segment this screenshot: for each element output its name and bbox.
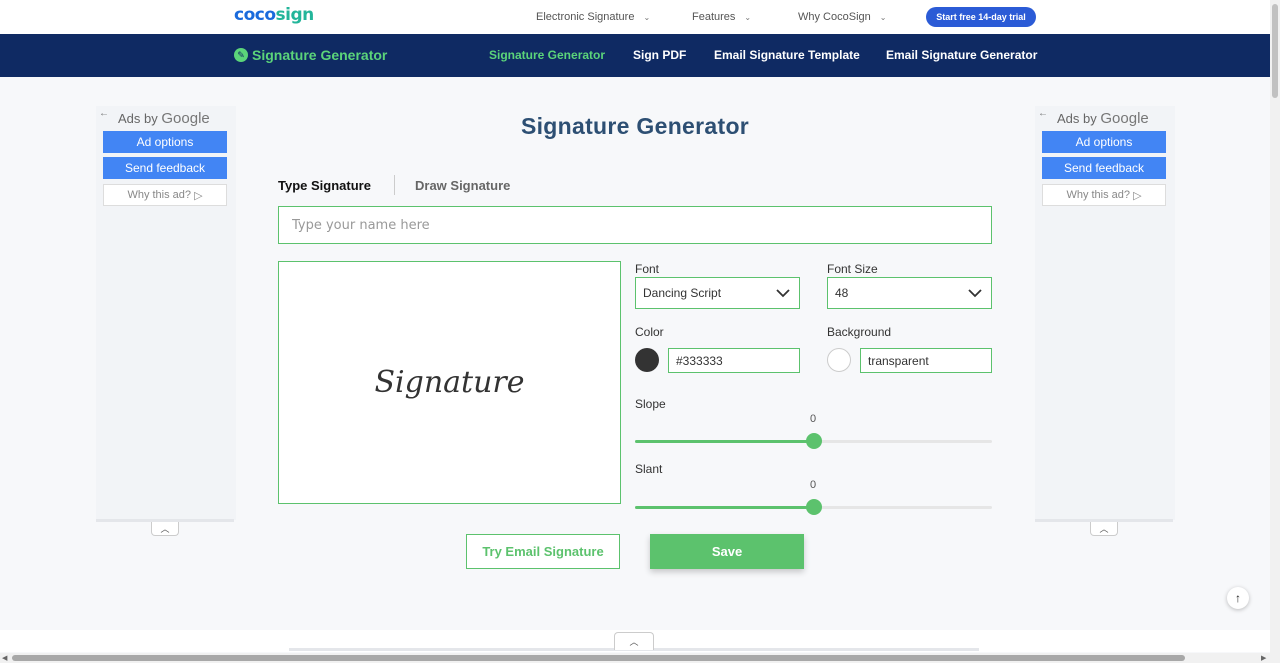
slant-slider-fill [635, 506, 814, 509]
collapse-ad-button[interactable]: ︿ [1090, 522, 1118, 536]
why-this-ad-button[interactable]: Why this ad? ▷ [103, 184, 227, 206]
chevron-down-icon [776, 289, 790, 298]
tab-draw-signature[interactable]: Draw Signature [415, 178, 510, 193]
chevron-down-icon: ⌄ [643, 12, 651, 22]
nav-email-signature-template[interactable]: Email Signature Template [714, 48, 860, 62]
nav-sign-pdf[interactable]: Sign PDF [633, 48, 686, 62]
chevron-up-icon: ︿ [629, 637, 639, 647]
pen-icon: ✎ [234, 48, 248, 62]
send-feedback-button[interactable]: Send feedback [1042, 157, 1166, 179]
horizontal-scroll-thumb[interactable] [12, 655, 1185, 661]
slope-value: 0 [810, 413, 817, 425]
signature-preview-text: Signature [374, 365, 525, 400]
why-this-ad-button[interactable]: Why this ad? ▷ [1042, 184, 1166, 206]
chevron-down-icon: ⌄ [879, 12, 887, 22]
start-trial-button[interactable]: Start free 14-day trial [926, 7, 1036, 27]
left-ad: ← Ads by Google Ad options Send feedback… [96, 106, 236, 520]
nav-signature-generator[interactable]: Signature Generator [489, 48, 605, 62]
page-title: Signature Generator [520, 113, 750, 139]
nav-email-signature-generator[interactable]: Email Signature Generator [886, 48, 1037, 62]
slope-slider-thumb[interactable] [806, 433, 822, 449]
collapse-bottom-ad-button[interactable]: ︿ [614, 632, 654, 650]
play-icon: ▷ [1133, 189, 1142, 202]
slant-slider-thumb[interactable] [806, 499, 822, 515]
ad-options-button[interactable]: Ad options [103, 131, 227, 153]
font-size-select[interactable]: 48 [827, 277, 992, 309]
scroll-to-top-button[interactable]: ↑ [1227, 587, 1249, 609]
menu-why-cocosign[interactable]: Why CocoSign ⌄ [798, 0, 886, 34]
vertical-scroll-thumb[interactable] [1272, 4, 1278, 98]
slope-slider[interactable] [635, 433, 992, 449]
scroll-right-icon[interactable]: ▶ [1261, 654, 1266, 662]
signature-preview: Signature [278, 261, 621, 504]
chevron-down-icon [968, 289, 982, 298]
top-bar: cocosign Electronic Signature ⌄ Features ⌄… [0, 0, 1270, 34]
color-swatch[interactable] [635, 348, 659, 372]
ad-options-button[interactable]: Ad options [1042, 131, 1166, 153]
font-select[interactable]: Dancing Script [635, 277, 800, 309]
slope-slider-fill [635, 440, 814, 443]
ads-by-google: Ads by Google [1057, 110, 1149, 127]
background-swatch[interactable] [827, 348, 851, 372]
chevron-up-icon: ︿ [1099, 524, 1109, 534]
chevron-up-icon: ︿ [160, 524, 170, 534]
horizontal-scrollbar[interactable]: ◀ ▶ [0, 653, 1270, 663]
back-arrow-icon[interactable]: ← [99, 108, 109, 119]
tab-divider [394, 175, 395, 195]
arrow-up-icon: ↑ [1235, 591, 1241, 605]
menu-features[interactable]: Features ⌄ [692, 0, 751, 34]
vertical-scrollbar[interactable] [1270, 0, 1280, 663]
slope-label: Slope [635, 397, 666, 411]
try-email-signature-button[interactable]: Try Email Signature [466, 534, 620, 569]
background-input[interactable]: transparent [860, 348, 992, 373]
play-icon: ▷ [194, 189, 203, 202]
save-button[interactable]: Save [650, 534, 804, 569]
cocosign-logo[interactable]: cocosign [234, 5, 314, 25]
font-label: Font [635, 262, 660, 276]
tab-type-signature[interactable]: Type Signature [278, 178, 371, 193]
main-nav: ✎ Signature Generator Signature Generato… [0, 34, 1270, 77]
ads-by-google: Ads by Google [118, 110, 210, 127]
back-arrow-icon[interactable]: ← [1038, 108, 1048, 119]
name-input[interactable] [278, 206, 992, 244]
signature-generator-brand[interactable]: ✎ Signature Generator [234, 47, 387, 63]
send-feedback-button[interactable]: Send feedback [103, 157, 227, 179]
color-label: Color [635, 325, 664, 339]
menu-electronic-signature[interactable]: Electronic Signature ⌄ [536, 0, 650, 34]
color-input[interactable]: #333333 [668, 348, 800, 373]
background-label: Background [827, 325, 892, 339]
slant-label: Slant [635, 462, 663, 476]
scroll-left-icon[interactable]: ◀ [2, 654, 7, 662]
font-size-label: Font Size [827, 262, 878, 276]
slant-slider[interactable] [635, 499, 992, 515]
right-ad: ← Ads by Google Ad options Send feedback… [1035, 106, 1175, 520]
collapse-ad-button[interactable]: ︿ [151, 522, 179, 536]
slant-value: 0 [810, 479, 817, 491]
chevron-down-icon: ⌄ [744, 12, 752, 22]
